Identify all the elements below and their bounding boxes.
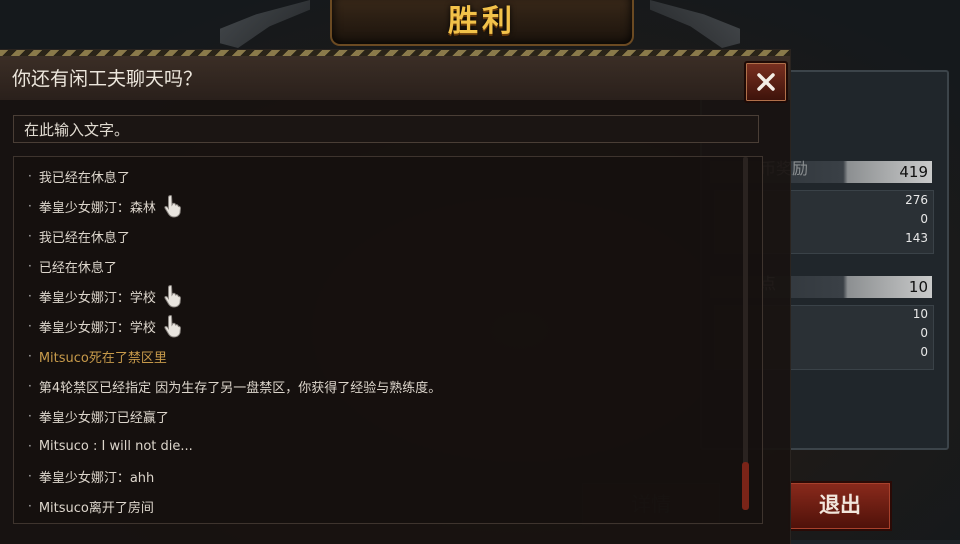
bullet-icon: · (28, 379, 32, 393)
bullet-icon: · (28, 259, 32, 273)
chat-message-list[interactable]: · 我已经在休息了 · 拳皇少女娜汀：森林 · 我已经在休息了 · 已经在休息了 · 拳皇少女娜汀… (13, 156, 763, 524)
chat-scrollbar-track[interactable] (743, 157, 748, 510)
points-reward-value: 10 (912, 307, 928, 321)
bullet-icon: · (28, 469, 32, 483)
chat-message-text: 拳皇少女娜汀：ahh (38, 470, 155, 486)
chat-input[interactable]: 在此输入文字。 (13, 115, 759, 143)
chat-message-text: 我已经在休息了 (38, 230, 130, 246)
pointing-finger-icon (164, 315, 181, 338)
points-reward-value: 0 (920, 326, 928, 340)
chat-message: · Mitsuco离开了房间 (28, 496, 154, 516)
pointing-finger-icon (164, 285, 181, 308)
close-icon (757, 73, 775, 91)
points-reward-value: 0 (920, 345, 928, 359)
chat-message-text: 拳皇少女娜汀：森林 (38, 200, 156, 216)
chat-message: · Mitsuco死在了禁区里 (28, 346, 167, 366)
chat-message: · 第4轮禁区已经指定 因为生存了另一盘禁区，你获得了经验与熟练度。 (28, 376, 441, 396)
chat-message-text: 第4轮禁区已经指定 因为生存了另一盘禁区，你获得了经验与熟练度。 (38, 380, 442, 396)
victory-banner: 胜利 (330, 0, 634, 46)
bullet-icon: · (28, 439, 32, 453)
bullet-icon: · (28, 319, 32, 333)
chat-message: · 拳皇少女娜汀：学校 (28, 285, 182, 308)
chat-message: · 拳皇少女娜汀已经赢了 (28, 406, 169, 426)
coin-reward-value: 0 (920, 212, 928, 226)
chat-message: · 已经在休息了 (28, 256, 117, 276)
coin-reward-value: 143 (905, 231, 928, 245)
chat-message: · 拳皇少女娜汀：学校 (28, 315, 182, 338)
chat-message-text: Mitsuco : I will not die... (38, 438, 193, 454)
exit-button[interactable]: 退出 (788, 481, 892, 531)
chat-title: 你还有闲工夫聊天吗？ (12, 68, 203, 90)
close-button[interactable] (744, 61, 788, 103)
chat-dialog: 你还有闲工夫聊天吗？ 在此输入文字。 · 我已经在休息了 · 拳皇少女娜汀：森林 · 我已… (0, 50, 790, 544)
bullet-icon: · (28, 169, 32, 183)
chat-message-text: 拳皇少女娜汀：学校 (38, 320, 156, 336)
victory-title: 胜利 (448, 4, 516, 39)
chat-message: · Mitsuco : I will not die... (28, 436, 193, 456)
chat-message-text: Mitsuco离开了房间 (38, 500, 154, 516)
bullet-icon: · (28, 499, 32, 513)
bullet-icon: · (28, 409, 32, 423)
chat-message-text: 拳皇少女娜汀：学校 (38, 290, 156, 306)
points-reward-total: 10 (908, 278, 928, 296)
chat-header: 你还有闲工夫聊天吗？ (0, 56, 790, 103)
coin-reward-total: 419 (899, 163, 928, 181)
chat-message-text: 已经在休息了 (38, 260, 117, 276)
chat-message: · 我已经在休息了 (28, 166, 130, 186)
bullet-icon: · (28, 289, 32, 303)
chat-message: · 拳皇少女娜汀：ahh (28, 466, 154, 486)
chat-message-text: 我已经在休息了 (38, 170, 130, 186)
chat-scrollbar-thumb[interactable] (742, 462, 749, 510)
bullet-icon: · (28, 229, 32, 243)
chat-message-text: 拳皇少女娜汀已经赢了 (38, 410, 169, 426)
chat-message: · 拳皇少女娜汀：森林 (28, 195, 182, 218)
pointing-finger-icon (164, 195, 181, 218)
chat-message-text: Mitsuco死在了禁区里 (38, 350, 167, 366)
bullet-icon: · (28, 349, 32, 363)
chat-message: · 我已经在休息了 (28, 226, 130, 246)
coin-reward-value: 276 (905, 193, 928, 207)
bullet-icon: · (28, 199, 32, 213)
